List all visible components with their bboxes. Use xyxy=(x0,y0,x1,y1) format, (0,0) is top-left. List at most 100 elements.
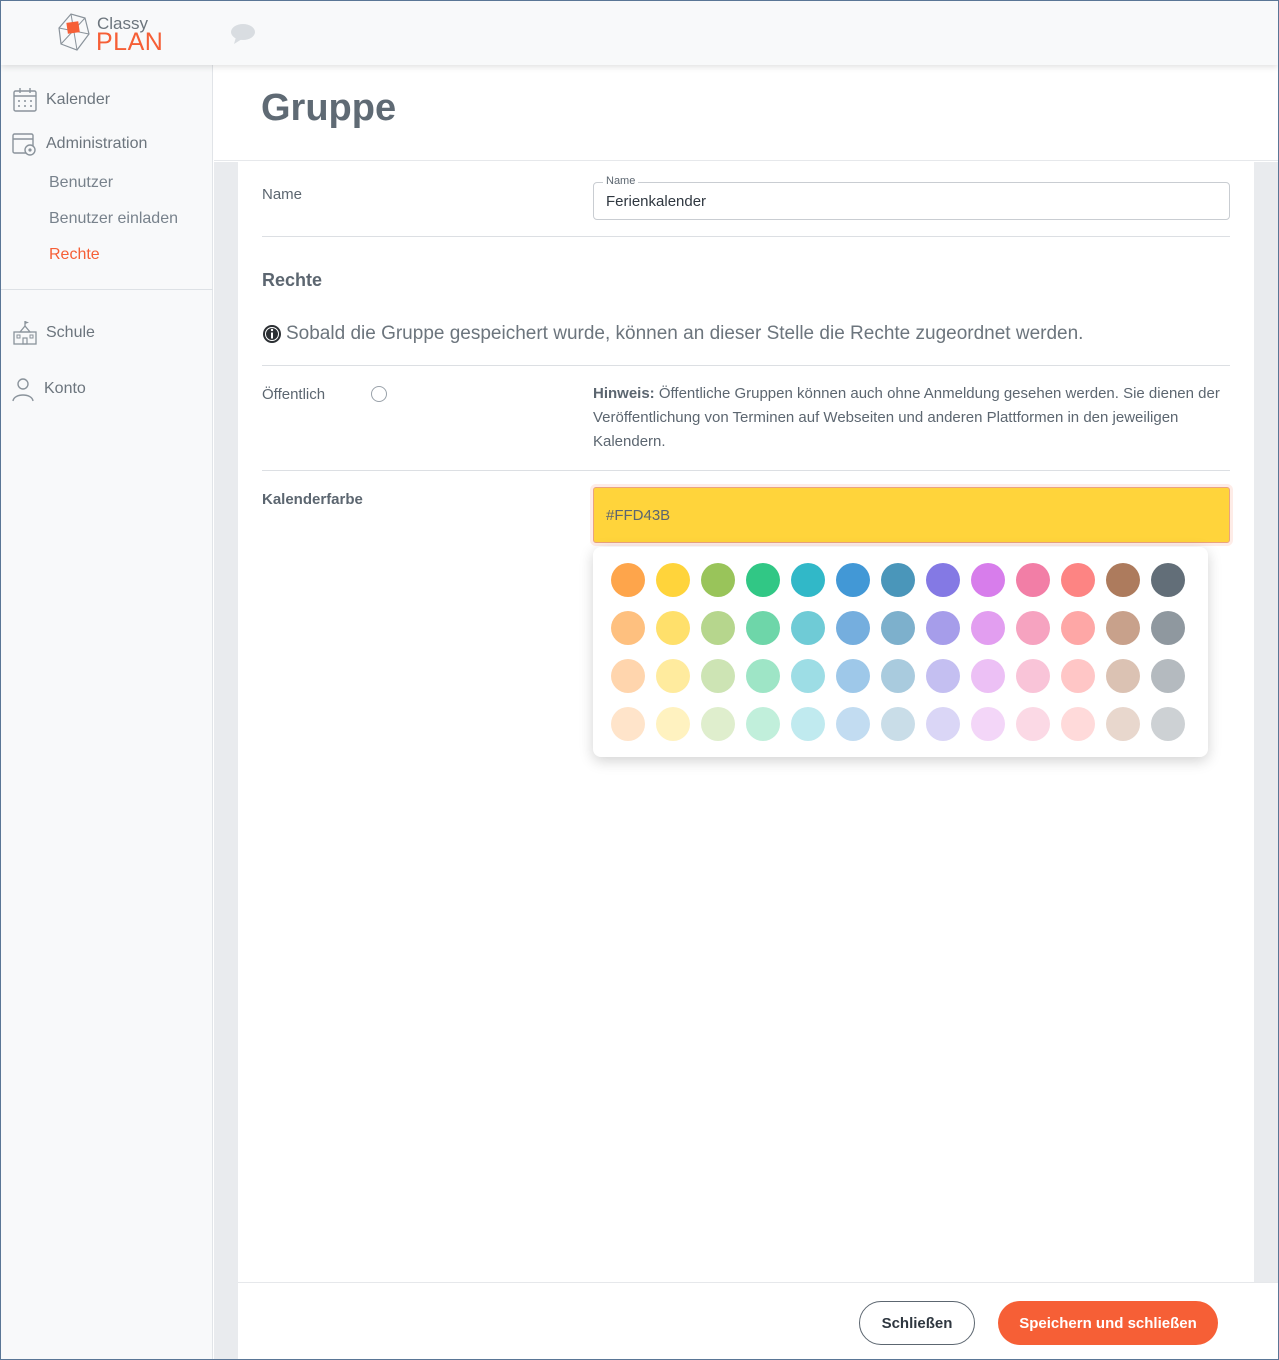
color-swatch[interactable] xyxy=(1061,563,1095,597)
color-swatch[interactable] xyxy=(791,659,825,693)
color-swatch[interactable] xyxy=(791,707,825,741)
color-swatch[interactable] xyxy=(881,659,915,693)
school-icon xyxy=(13,321,37,345)
color-swatch[interactable] xyxy=(1106,659,1140,693)
info-icon xyxy=(263,325,281,343)
color-swatch[interactable] xyxy=(746,659,780,693)
divider xyxy=(262,470,1230,471)
calendar-color-label: Kalenderfarbe xyxy=(262,491,363,508)
save-and-close-button[interactable]: Speichern und schließen xyxy=(998,1301,1218,1345)
color-swatch[interactable] xyxy=(746,563,780,597)
color-swatch[interactable] xyxy=(971,563,1005,597)
color-swatch[interactable] xyxy=(611,611,645,645)
color-swatch[interactable] xyxy=(656,659,690,693)
color-swatch[interactable] xyxy=(1106,611,1140,645)
color-swatch[interactable] xyxy=(611,707,645,741)
sidebar-item-label: Administration xyxy=(46,135,148,152)
color-swatch[interactable] xyxy=(1151,707,1185,741)
color-swatch[interactable] xyxy=(701,659,735,693)
color-swatch[interactable] xyxy=(1061,611,1095,645)
color-swatch[interactable] xyxy=(881,611,915,645)
color-swatch[interactable] xyxy=(656,611,690,645)
color-swatch[interactable] xyxy=(701,707,735,741)
chat-icon[interactable] xyxy=(230,22,258,46)
color-swatch[interactable] xyxy=(836,707,870,741)
color-swatch[interactable] xyxy=(611,659,645,693)
sidebar-item-administration[interactable]: Administration xyxy=(1,126,213,162)
sidebar-item-kalender[interactable]: Kalender xyxy=(1,82,213,118)
color-swatch[interactable] xyxy=(926,611,960,645)
divider xyxy=(262,236,1230,237)
rights-info-text: Sobald die Gruppe gespeichert wurde, kön… xyxy=(286,323,1084,344)
color-palette-popover xyxy=(593,547,1208,757)
color-swatch[interactable] xyxy=(881,707,915,741)
color-swatch[interactable] xyxy=(656,707,690,741)
color-swatch[interactable] xyxy=(971,611,1005,645)
color-swatch[interactable] xyxy=(701,611,735,645)
divider xyxy=(262,365,1230,366)
sidebar-item-label: Kalender xyxy=(46,91,111,108)
color-swatch[interactable] xyxy=(701,563,735,597)
form-footer: Schließen Speichern und schließen xyxy=(238,1282,1278,1359)
color-swatch[interactable] xyxy=(881,563,915,597)
app-logo[interactable]: Classy PLAN xyxy=(55,10,165,56)
color-swatch[interactable] xyxy=(1151,563,1185,597)
color-swatch[interactable] xyxy=(836,563,870,597)
sidebar-item-konto[interactable]: Konto xyxy=(1,371,213,407)
color-swatch[interactable] xyxy=(1106,563,1140,597)
color-swatch[interactable] xyxy=(836,611,870,645)
top-bar: Classy PLAN xyxy=(1,1,1278,65)
color-swatch[interactable] xyxy=(1061,659,1095,693)
user-icon xyxy=(12,378,34,402)
name-label: Name xyxy=(262,186,303,203)
color-swatch[interactable] xyxy=(971,659,1005,693)
color-swatch[interactable] xyxy=(791,611,825,645)
color-swatch[interactable] xyxy=(746,707,780,741)
calendar-color-input[interactable]: #FFD43B xyxy=(593,487,1230,543)
color-swatch[interactable] xyxy=(1016,659,1050,693)
sidebar-divider xyxy=(1,289,213,290)
name-field-legend: Name xyxy=(603,175,639,187)
color-swatch[interactable] xyxy=(1016,707,1050,741)
sidebar-subitem-benutzer[interactable]: Benutzer xyxy=(49,174,113,192)
name-field-value[interactable]: Ferienkalender xyxy=(606,193,706,210)
content-gutter-left xyxy=(214,162,238,1359)
color-swatch[interactable] xyxy=(1016,563,1050,597)
name-field[interactable]: Name Ferienkalender xyxy=(593,175,1230,220)
sidebar: Kalender Administration Benutzer Benutze… xyxy=(1,65,213,1359)
calendar-color-value: #FFD43B xyxy=(606,507,671,524)
color-swatch[interactable] xyxy=(836,659,870,693)
hint-prefix: Hinweis: xyxy=(593,385,655,402)
sidebar-item-label: Schule xyxy=(46,324,95,341)
page-header: Gruppe xyxy=(214,65,1278,161)
admin-calendar-gear-icon xyxy=(12,133,36,156)
public-label: Öffentlich xyxy=(262,386,326,403)
logo-mark-icon xyxy=(58,13,90,51)
color-swatch[interactable] xyxy=(1151,659,1185,693)
color-swatch[interactable] xyxy=(791,563,825,597)
public-toggle[interactable] xyxy=(371,386,387,402)
sidebar-subitem-rechte[interactable]: Rechte xyxy=(49,246,100,264)
color-swatch[interactable] xyxy=(746,611,780,645)
color-swatch[interactable] xyxy=(926,659,960,693)
color-swatch[interactable] xyxy=(971,707,1005,741)
calendar-icon xyxy=(13,88,37,112)
close-button[interactable]: Schließen xyxy=(859,1301,975,1345)
rights-section-title: Rechte xyxy=(262,270,323,290)
color-swatch[interactable] xyxy=(1151,611,1185,645)
page-title: Gruppe xyxy=(261,87,397,129)
logo-text-plan: PLAN xyxy=(96,28,164,56)
public-hint: Hinweis: Öffentliche Gruppen können auch… xyxy=(593,382,1223,454)
color-swatch[interactable] xyxy=(926,707,960,741)
color-swatch[interactable] xyxy=(1106,707,1140,741)
color-swatch[interactable] xyxy=(656,563,690,597)
color-swatch[interactable] xyxy=(926,563,960,597)
color-swatch[interactable] xyxy=(1061,707,1095,741)
sidebar-item-label: Konto xyxy=(44,380,86,397)
color-swatch[interactable] xyxy=(1016,611,1050,645)
sidebar-subitem-benutzer-einladen[interactable]: Benutzer einladen xyxy=(49,210,178,228)
group-form: Name Name Ferienkalender Rechte Sobald d… xyxy=(238,162,1254,1282)
sidebar-item-schule[interactable]: Schule xyxy=(1,315,213,351)
rights-info: Sobald die Gruppe gespeichert wurde, kön… xyxy=(262,323,1083,345)
color-swatch[interactable] xyxy=(611,563,645,597)
